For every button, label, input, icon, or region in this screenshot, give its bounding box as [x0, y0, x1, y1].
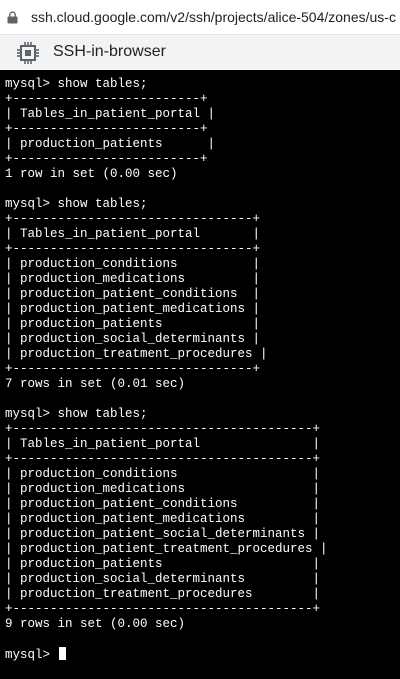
terminal-line: | production_patient_medications | [5, 512, 320, 527]
terminal-line: | production_treatment_procedures | [5, 587, 320, 602]
window-title: SSH-in-browser [53, 43, 166, 60]
terminal-line: +-------------------------+ [5, 92, 208, 107]
terminal-line: +---------------------------------------… [5, 602, 320, 617]
terminal-line-text: | production_patients | [5, 557, 321, 571]
terminal-line-text: | production_social_determinants | [5, 572, 321, 586]
terminal-line: | production_medications | [5, 272, 260, 287]
terminal-line: +--------------------------------+ [5, 242, 260, 257]
terminal-line-text: +---------------------------------------… [5, 452, 321, 466]
terminal-line-text: | production_patient_conditions | [5, 287, 261, 301]
terminal-line-text: | production_treatment_procedures | [5, 347, 268, 361]
terminal-line-text: +---------------------------------------… [5, 422, 321, 436]
terminal-line: | production_patient_social_determinants… [5, 527, 320, 542]
terminal-line: +--------------------------------+ [5, 212, 260, 227]
terminal-line-text: | production_conditions | [5, 467, 321, 481]
terminal-line: 1 row in set (0.00 sec) [5, 167, 178, 182]
terminal-line: mysql> [5, 647, 66, 662]
terminal-line: 9 rows in set (0.00 sec) [5, 617, 185, 632]
terminal-line-text: +---------------------------------------… [5, 602, 321, 616]
terminal-line-text: | Tables_in_patient_portal | [5, 437, 321, 451]
url-text[interactable]: ssh.cloud.google.com/v2/ssh/projects/ali… [31, 9, 396, 25]
terminal-line: | production_patients | [5, 317, 260, 332]
terminal-line: | production_patient_conditions | [5, 497, 320, 512]
terminal-line-text: +--------------------------------+ [5, 242, 261, 256]
terminal-line: mysql> show tables; [5, 77, 148, 92]
terminal-line-text: | production_patient_medications | [5, 512, 321, 526]
terminal-line-text: | production_treatment_procedures | [5, 587, 321, 601]
terminal-line-text: mysql> show tables; [5, 77, 148, 91]
terminal-line-text: | production_patient_conditions | [5, 497, 321, 511]
terminal-line-text: +--------------------------------+ [5, 362, 261, 376]
terminal-line: | production_social_determinants | [5, 332, 260, 347]
terminal-line-text: | production_patient_treatment_procedure… [5, 542, 328, 556]
terminal-line-text: +-------------------------+ [5, 122, 208, 136]
terminal-line-text: 7 rows in set (0.01 sec) [5, 377, 186, 391]
terminal-line: | production_social_determinants | [5, 572, 320, 587]
terminal-line: +---------------------------------------… [5, 422, 320, 437]
terminal-cursor[interactable] [58, 647, 66, 660]
terminal-line-text: | Tables_in_patient_portal | [5, 227, 261, 241]
terminal-line: 7 rows in set (0.01 sec) [5, 377, 185, 392]
terminal-line-text: | Tables_in_patient_portal | [5, 107, 216, 121]
terminal-line-text: | production_medications | [5, 482, 321, 496]
terminal-line-text: +--------------------------------+ [5, 212, 261, 226]
terminal-line: | production_patient_treatment_procedure… [5, 542, 328, 557]
terminal-line-text: +-------------------------+ [5, 152, 208, 166]
terminal-line-text: 1 row in set (0.00 sec) [5, 167, 178, 181]
terminal-line-text: | production_patient_medications | [5, 302, 261, 316]
window-titlebar: SSH-in-browser [0, 35, 400, 70]
terminal-line-text: | production_conditions | [5, 257, 261, 271]
terminal-line-text: | production_patients | [5, 137, 216, 151]
terminal-line: mysql> show tables; [5, 197, 148, 212]
terminal-line-text: | production_social_determinants | [5, 332, 261, 346]
terminal-line: | production_patients | [5, 137, 215, 152]
lock-icon[interactable] [6, 11, 19, 24]
terminal-line: | Tables_in_patient_portal | [5, 437, 320, 452]
chip-icon [17, 42, 39, 64]
terminal-line: | production_conditions | [5, 467, 320, 482]
terminal-line-text: | production_medications | [5, 272, 261, 286]
terminal-line-text: | production_patients | [5, 317, 261, 331]
terminal-line-text: mysql> show tables; [5, 407, 148, 421]
terminal-line: | production_patient_medications | [5, 302, 260, 317]
terminal-line: +---------------------------------------… [5, 452, 320, 467]
terminal-line-text: | production_patient_social_determinants… [5, 527, 321, 541]
terminal-line: mysql> show tables; [5, 407, 148, 422]
terminal-line-text: +-------------------------+ [5, 92, 208, 106]
terminal-line: | Tables_in_patient_portal | [5, 227, 260, 242]
terminal-line-text: mysql> show tables; [5, 197, 148, 211]
terminal-line: | production_medications | [5, 482, 320, 497]
terminal-line: | production_treatment_procedures | [5, 347, 268, 362]
terminal-line: | production_patient_conditions | [5, 287, 260, 302]
terminal-line: | Tables_in_patient_portal | [5, 107, 215, 122]
terminal-line-text: mysql> [5, 648, 58, 662]
address-bar[interactable]: ssh.cloud.google.com/v2/ssh/projects/ali… [0, 0, 400, 35]
terminal-line: +--------------------------------+ [5, 362, 260, 377]
terminal-line: | production_conditions | [5, 257, 260, 272]
terminal-line: +-------------------------+ [5, 122, 208, 137]
terminal-line: +-------------------------+ [5, 152, 208, 167]
terminal-output[interactable]: mysql> show tables; +--------------------… [0, 70, 400, 679]
terminal-line: | production_patients | [5, 557, 320, 572]
terminal-line-text: 9 rows in set (0.00 sec) [5, 617, 186, 631]
